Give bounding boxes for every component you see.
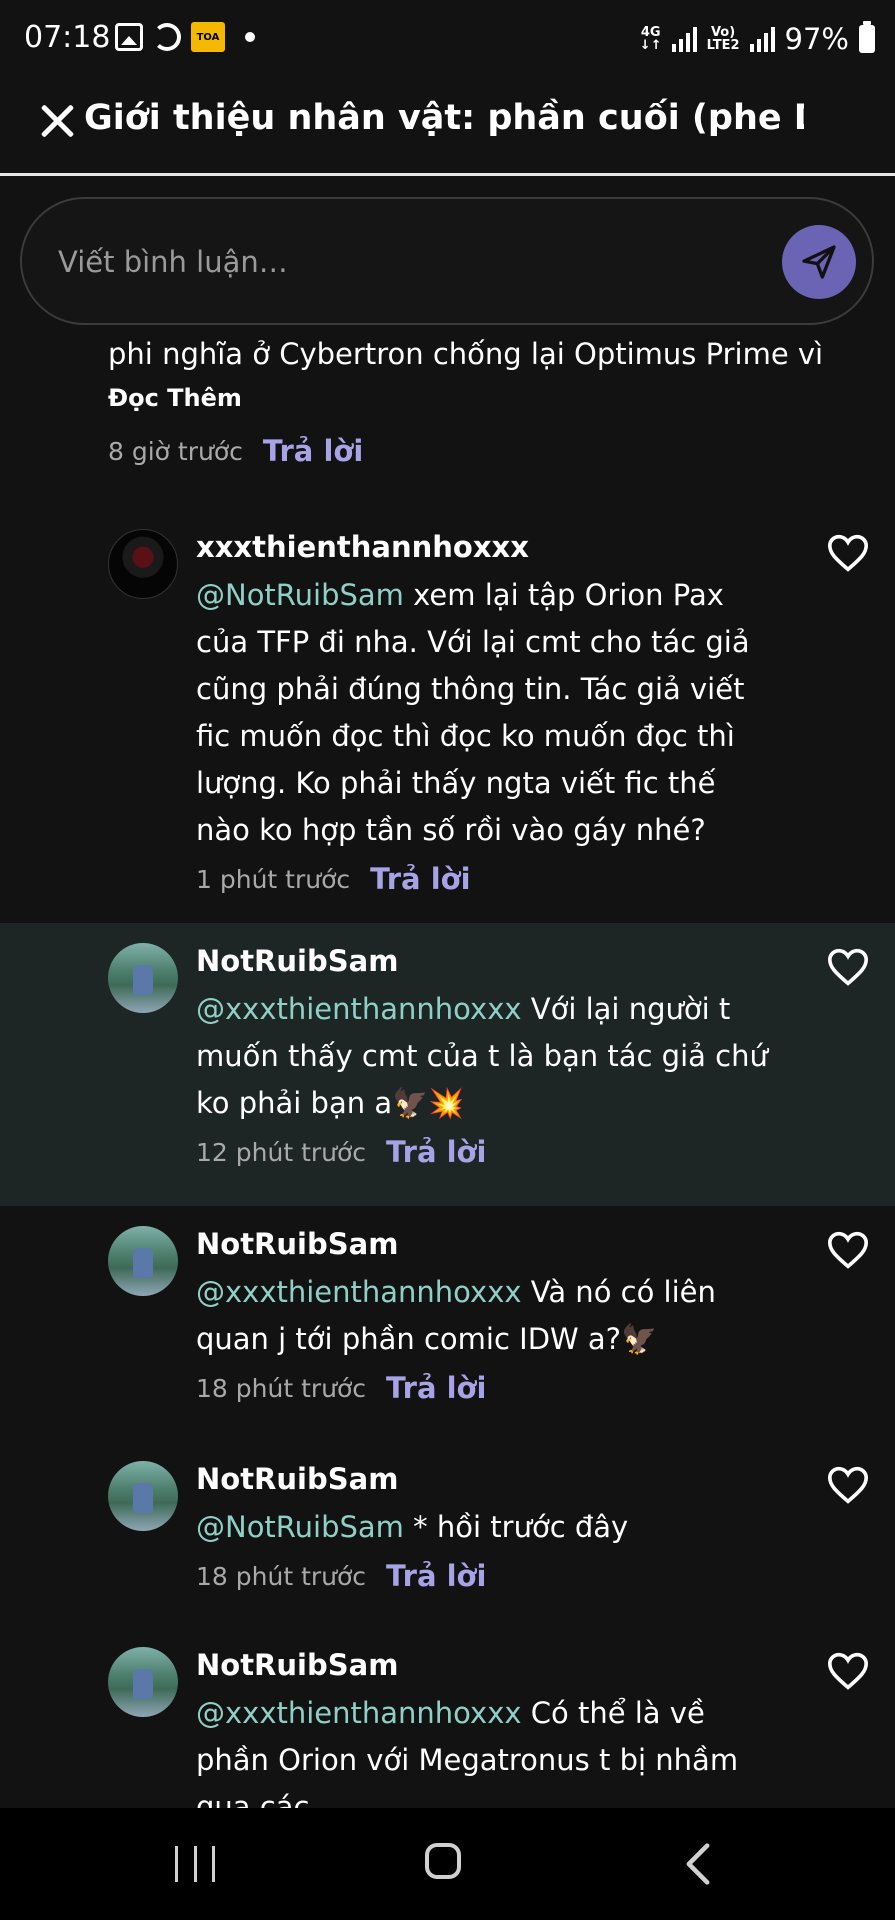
toa-badge-icon: TOA (191, 22, 225, 52)
comment-item: NotRuibSam @xxxthienthannhoxxx Có thể là… (0, 1627, 895, 1808)
comment-meta: 18 phút trước Trả lời (196, 1371, 776, 1405)
status-notification-icons: TOA (115, 22, 255, 52)
send-icon (802, 245, 836, 279)
battery-percent: 97% (784, 22, 849, 56)
status-time: 07:18 (24, 20, 111, 55)
heart-icon[interactable] (826, 1465, 870, 1505)
comment-meta: 12 phút trước Trả lời (196, 1135, 776, 1169)
heart-icon[interactable] (826, 1230, 870, 1270)
volte-sim-label: LTE2 (706, 38, 740, 53)
volte-icon: Vo) LTE2 (707, 26, 740, 52)
more-notifications-dot (245, 32, 255, 42)
comment-text-body: xem lại tập Orion Pax của TFP đi nha. Vớ… (196, 578, 750, 847)
heart-icon[interactable] (826, 1651, 870, 1691)
comment-time: 18 phút trước (196, 1373, 367, 1403)
comment-username[interactable]: NotRuibSam (196, 1227, 776, 1261)
avatar[interactable] (108, 529, 178, 599)
comment-body: NotRuibSam @xxxthienthannhoxxx Có thể là… (196, 1648, 776, 1808)
comment-body: NotRuibSam @NotRuibSam * hồi trước đây 1… (196, 1462, 776, 1593)
mention-link[interactable]: @xxxthienthannhoxxx (196, 1696, 522, 1730)
network-arrows: ↓↑ (639, 38, 662, 53)
avatar[interactable] (108, 943, 178, 1013)
comment-username[interactable]: xxxthienthannhoxxx (196, 530, 776, 564)
recent-apps-icon[interactable] (175, 1846, 215, 1882)
comment-item: NotRuibSam @NotRuibSam * hồi trước đây 1… (0, 1441, 895, 1621)
comment-item: NotRuibSam @xxxthienthannhoxxx Với lại n… (0, 923, 895, 1206)
reply-button[interactable]: Trả lời (263, 434, 363, 468)
mention-link[interactable]: @NotRuibSam (196, 578, 404, 612)
comment-body: NotRuibSam @xxxthienthannhoxxx Với lại n… (196, 944, 776, 1169)
partial-comment: phi nghĩa ở Cybertron chống lại Optimus … (108, 330, 868, 468)
comment-text: @xxxthienthannhoxxx Và nó có liên quan j… (196, 1269, 776, 1363)
comment-meta: 8 giờ trước Trả lời (108, 434, 868, 468)
heart-icon[interactable] (826, 947, 870, 987)
comment-text: @NotRuibSam * hồi trước đây (196, 1504, 776, 1551)
comment-text: phi nghĩa ở Cybertron chống lại Optimus … (108, 337, 824, 371)
mention-link[interactable]: @xxxthienthannhoxxx (196, 992, 522, 1026)
comment-username[interactable]: NotRuibSam (196, 944, 776, 978)
comment-username[interactable]: NotRuibSam (196, 1462, 776, 1496)
comment-text: @NotRuibSam xem lại tập Orion Pax của TF… (196, 572, 776, 854)
header: Giới thiệu nhân vật: phần cuối (phe D... (0, 80, 895, 176)
read-more-link[interactable]: Đọc Thêm (108, 384, 868, 412)
status-bar: 07:18 TOA 4G ↓↑ Vo) LTE2 97% (0, 0, 895, 80)
comment-time: 8 giờ trước (108, 436, 243, 466)
battery-icon (859, 21, 875, 53)
avatar[interactable] (108, 1461, 178, 1531)
avatar[interactable] (108, 1647, 178, 1717)
app-notification-icon (153, 23, 181, 51)
comment-item: xxxthienthannhoxxx @NotRuibSam xem lại t… (0, 510, 895, 896)
gallery-icon (115, 23, 143, 51)
signal-icon-2 (749, 26, 775, 52)
comment-time: 1 phút trước (196, 864, 351, 894)
mention-link[interactable]: @NotRuibSam (196, 1510, 404, 1544)
comment-text: @xxxthienthannhoxxx Với lại người t muốn… (196, 986, 776, 1127)
system-navigation-bar (0, 1808, 895, 1920)
comment-body: xxxthienthannhoxxx @NotRuibSam xem lại t… (196, 530, 776, 896)
network-4g-icon: 4G ↓↑ (640, 26, 662, 52)
heart-icon[interactable] (826, 533, 870, 573)
comment-time: 18 phút trước (196, 1561, 367, 1591)
signal-icon (671, 26, 697, 52)
reply-button[interactable]: Trả lời (386, 1135, 486, 1169)
send-button[interactable] (782, 225, 856, 299)
comment-text-body: * hồi trước đây (403, 1510, 629, 1544)
comment-body: NotRuibSam @xxxthienthannhoxxx Và nó có … (196, 1227, 776, 1405)
comment-list: phi nghĩa ở Cybertron chống lại Optimus … (0, 330, 895, 1808)
comment-composer (20, 197, 874, 325)
comment-meta: 18 phút trước Trả lời (196, 1559, 776, 1593)
status-system-icons: 4G ↓↑ Vo) LTE2 97% (640, 21, 875, 56)
comment-text: @xxxthienthannhoxxx Có thể là về phần Or… (196, 1690, 776, 1808)
reply-button[interactable]: Trả lời (386, 1371, 486, 1405)
mention-link[interactable]: @xxxthienthannhoxxx (196, 1275, 522, 1309)
comment-item: NotRuibSam @xxxthienthannhoxxx Và nó có … (0, 1206, 895, 1436)
reply-button[interactable]: Trả lời (386, 1559, 486, 1593)
page-title: Giới thiệu nhân vật: phần cuối (phe D... (84, 98, 804, 138)
comment-input[interactable] (56, 239, 720, 285)
comment-meta: 1 phút trước Trả lời (196, 862, 776, 896)
comment-username[interactable]: NotRuibSam (196, 1648, 776, 1682)
avatar[interactable] (108, 1226, 178, 1296)
back-icon[interactable] (678, 1842, 718, 1886)
close-icon[interactable] (38, 102, 76, 140)
comment-time: 12 phút trước (196, 1137, 367, 1167)
home-icon[interactable] (425, 1843, 461, 1879)
reply-button[interactable]: Trả lời (370, 862, 470, 896)
